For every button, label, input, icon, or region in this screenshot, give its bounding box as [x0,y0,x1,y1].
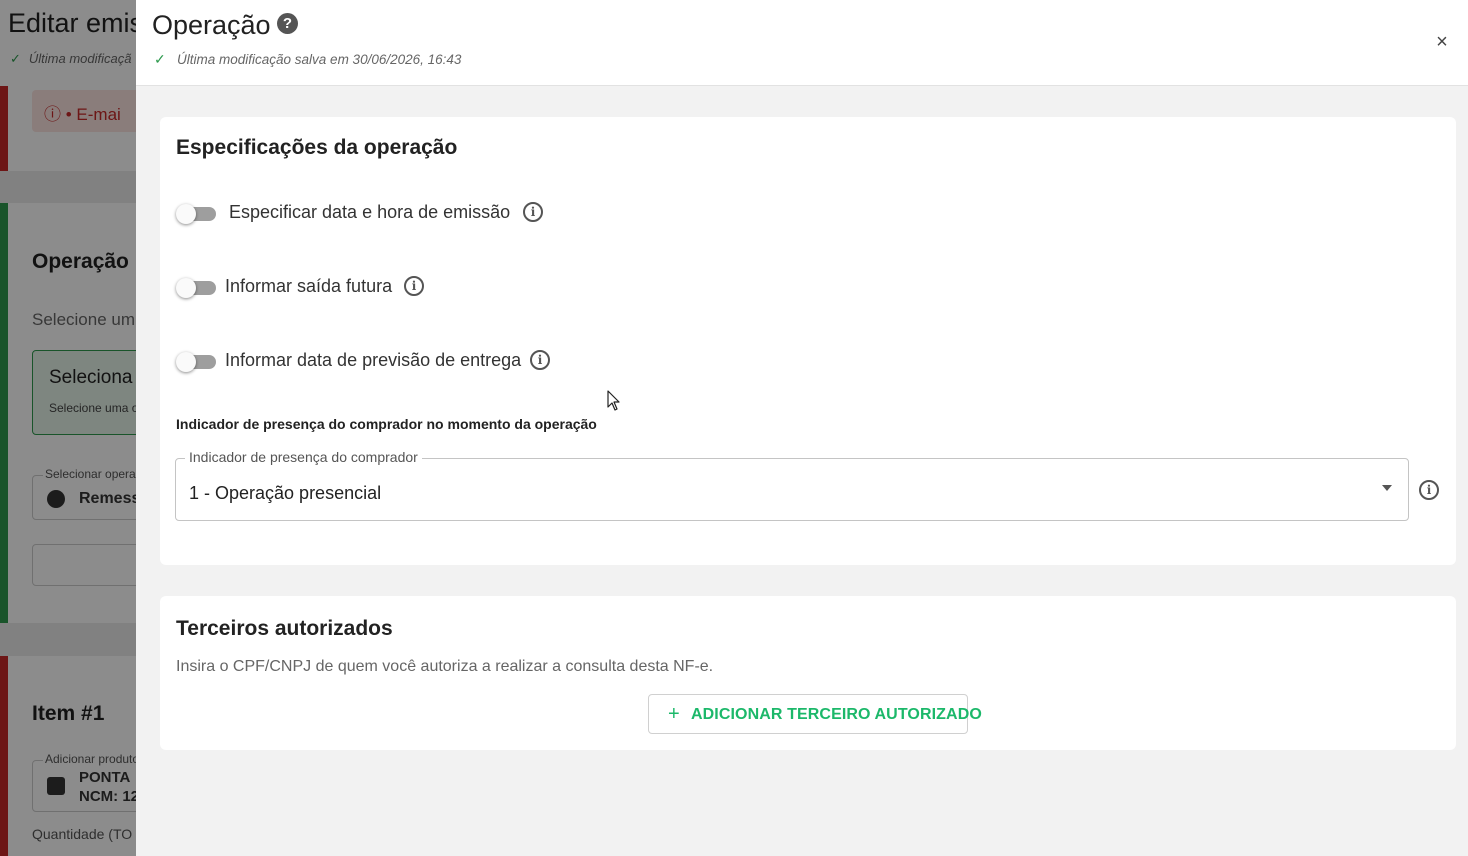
issue-datetime-switch[interactable] [176,204,216,224]
saved-status: ✓ Última modificação salva em 30/06/2026,… [154,51,461,68]
info-icon[interactable]: i [1419,480,1439,500]
add-authorized-third-party-button[interactable]: + ADICIONAR TERCEIRO AUTORIZADO [648,694,982,734]
buyer-presence-select-label: Indicador de presença do comprador [185,449,422,465]
toggle-row-issue-datetime: Especificar data e hora de emissão i [176,198,556,228]
operation-drawer: Operação ? ✓ Última modificação salva em … [136,0,1468,856]
saved-status-text: Última modificação salva em 30/06/2026, … [177,52,462,67]
info-icon[interactable]: i [523,202,543,222]
operation-specs-title: Especificações da operação [176,136,458,159]
drawer-title: Operação [152,10,271,40]
third-parties-description: Insira o CPF/CNPJ de quem você autoriza … [176,658,714,675]
presence-section-label: Indicador de presença do comprador no mo… [176,416,597,432]
help-icon[interactable]: ? [277,13,298,34]
third-parties-title: Terceiros autorizados [176,617,393,640]
buyer-presence-select-value: 1 - Operação presencial [189,483,382,503]
toggle-row-delivery-forecast: Informar data de previsão de entrega i [176,346,556,376]
drawer-header: Operação ? ✓ Última modificação salva em … [136,0,1468,86]
info-icon[interactable]: i [530,350,550,370]
delivery-forecast-switch[interactable] [176,352,216,372]
add-button-label: ADICIONAR TERCEIRO AUTORIZADO [691,706,982,723]
authorized-third-parties-card: Terceiros autorizados Insira o CPF/CNPJ … [160,596,1456,750]
issue-datetime-label: Especificar data e hora de emissão [229,202,511,222]
caret-down-icon [1382,485,1392,491]
info-icon[interactable]: i [404,276,424,296]
future-exit-switch[interactable] [176,278,216,298]
mouse-cursor-icon [607,390,620,411]
check-icon: ✓ [154,51,166,67]
operation-specs-card: Especificações da operação Especificar d… [160,117,1456,565]
plus-icon: + [668,703,680,725]
close-button[interactable]: × [1430,30,1454,54]
buyer-presence-select[interactable]: Indicador de presença do comprador 1 - O… [175,449,1409,521]
delivery-forecast-label: Informar data de previsão de entrega [225,350,522,370]
future-exit-label: Informar saída futura [225,276,393,296]
toggle-row-future-exit: Informar saída futura i [176,272,436,302]
